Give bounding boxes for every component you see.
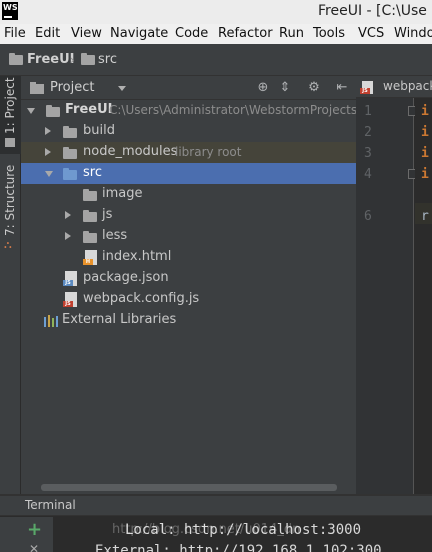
horizontal-scrollbar[interactable] — [41, 484, 337, 491]
terminal-toolbar: + ✕ — [21, 517, 53, 552]
chevron-down-icon[interactable] — [27, 108, 35, 114]
editor-code-area[interactable]: i i i i r — [415, 98, 432, 494]
structure-tool-icon: ⛬ — [4, 238, 12, 251]
folder-icon — [81, 53, 95, 65]
folder-icon — [9, 53, 23, 65]
tree-label-external-libraries: External Libraries — [62, 312, 177, 327]
line-number: 6 — [364, 209, 372, 224]
left-tool-strip-bottom — [0, 517, 21, 552]
project-tool-icon — [5, 138, 15, 147]
terminal-line: External: http://192.168.1.102:300 — [95, 543, 382, 552]
editor-tab-bar: JS webpack — [356, 76, 432, 98]
tree-row-less[interactable]: less — [21, 226, 356, 247]
menu-file[interactable]: File — [4, 26, 26, 41]
menu-view[interactable]: View — [71, 26, 102, 41]
code-line: i — [421, 146, 429, 161]
js-file-icon: JS — [360, 81, 373, 94]
terminal-header: Terminal — [0, 496, 432, 516]
folder-icon — [83, 210, 97, 222]
tree-row-image[interactable]: image — [21, 184, 356, 205]
tree-label-js: js — [102, 207, 113, 222]
chevron-right-icon[interactable] — [45, 148, 51, 156]
tree-label-node-modules: node_modules — [83, 144, 178, 159]
project-panel-header: Project ⊕ ⇕ ⚙ ⇤ — [21, 76, 356, 100]
structure-tool-tab[interactable]: 7: Structure — [3, 165, 17, 236]
menu-run[interactable]: Run — [279, 26, 304, 41]
title-bar: WS FreeUI - [C:\Use — [0, 0, 432, 24]
tree-label-src: src — [83, 165, 102, 180]
project-view-selector[interactable]: Project — [50, 80, 94, 95]
library-root-hint: library root — [175, 145, 242, 159]
breadcrumb-root[interactable]: FreeUI — [27, 52, 75, 67]
chevron-right-icon[interactable] — [65, 211, 71, 219]
tree-label-build: build — [83, 123, 115, 138]
line-number: 1 — [364, 104, 372, 119]
tree-label-root: FreeUI — [65, 102, 113, 117]
tree-row-webpack-config[interactable]: JS webpack.config.js — [21, 289, 356, 310]
folder-icon — [63, 126, 77, 138]
gear-icon[interactable]: ⚙ — [306, 80, 322, 96]
project-view-icon — [30, 82, 44, 94]
code-line: i — [421, 104, 429, 119]
project-panel: Project ⊕ ⇕ ⚙ ⇤ FreeUI C:\Users\Administ… — [21, 76, 361, 494]
terminal-line: Local: http://localhost:3000 — [125, 522, 362, 538]
terminal-title: Terminal — [25, 498, 76, 512]
menu-refactor[interactable]: Refactor — [218, 26, 273, 41]
menu-vcs[interactable]: VCS — [358, 26, 384, 41]
collapse-all-icon[interactable]: ⇕ — [277, 80, 293, 96]
code-line: r — [421, 209, 429, 224]
folder-icon — [83, 189, 97, 201]
chevron-down-icon[interactable] — [45, 171, 53, 177]
tree-row-external-libraries[interactable]: External Libraries — [21, 310, 356, 331]
line-number: 2 — [364, 125, 372, 140]
tree-row-node-modules[interactable]: node_modules library root — [21, 142, 356, 163]
webstorm-logo: WS — [2, 2, 18, 20]
js-file-icon: JS — [63, 292, 77, 307]
hide-panel-icon[interactable]: ⇤ — [334, 80, 350, 96]
tree-row-root[interactable]: FreeUI C:\Users\Administrator\WebstormPr… — [21, 100, 361, 121]
menu-edit[interactable]: Edit — [35, 26, 60, 41]
editor-gutter: 1 2 3 4 6 — [356, 98, 417, 494]
new-session-plus-icon[interactable]: + — [27, 519, 42, 540]
tree-row-src[interactable]: src — [21, 163, 356, 184]
libraries-icon — [44, 315, 58, 327]
menu-tools[interactable]: Tools — [313, 26, 345, 41]
tree-label-index-html: index.html — [102, 249, 172, 264]
folder-icon — [63, 147, 77, 159]
tree-row-index-html[interactable]: H index.html — [21, 247, 356, 268]
menu-code[interactable]: Code — [175, 26, 208, 41]
json-file-icon: JS — [63, 271, 77, 286]
code-line: i — [421, 125, 429, 140]
terminal-output[interactable]: Local: http://localhost:3000 External: h… — [53, 517, 432, 552]
folder-icon — [46, 105, 60, 117]
tree-label-webpack-config: webpack.config.js — [83, 291, 200, 306]
line-number: 3 — [364, 146, 372, 161]
line-number: 4 — [364, 167, 372, 182]
project-tool-tab[interactable]: 1: Project — [3, 77, 17, 134]
code-line: i — [421, 167, 429, 182]
tree-label-image: image — [102, 186, 143, 201]
window-title: FreeUI - [C:\Use — [318, 3, 427, 19]
menu-bar: File Edit View Navigate Code Refactor Ru… — [0, 24, 432, 44]
folder-icon — [83, 231, 97, 243]
tree-label-package-json: package.json — [83, 270, 169, 285]
close-session-icon[interactable]: ✕ — [29, 542, 39, 552]
chevron-right-icon[interactable] — [45, 127, 51, 135]
breadcrumb-child[interactable]: src — [98, 52, 117, 67]
navigation-bar: FreeUI › src — [0, 44, 432, 76]
tree-root-path: C:\Users\Administrator\WebstormProjects\ — [109, 103, 362, 117]
source-folder-icon — [63, 168, 77, 180]
menu-navigate[interactable]: Navigate — [110, 26, 168, 41]
html-file-icon: H — [83, 250, 97, 265]
tree-row-package-json[interactable]: JS package.json — [21, 268, 356, 289]
chevron-right-icon[interactable] — [65, 232, 71, 240]
tree-row-js[interactable]: js — [21, 205, 356, 226]
breadcrumb-separator-icon: › — [70, 53, 75, 67]
target-icon[interactable]: ⊕ — [255, 80, 271, 96]
editor-tab-webpack[interactable]: webpack — [383, 79, 432, 93]
tree-label-less: less — [102, 228, 128, 243]
tree-row-build[interactable]: build — [21, 121, 356, 142]
chevron-down-icon[interactable] — [118, 86, 126, 91]
menu-window[interactable]: Windo — [394, 26, 432, 41]
